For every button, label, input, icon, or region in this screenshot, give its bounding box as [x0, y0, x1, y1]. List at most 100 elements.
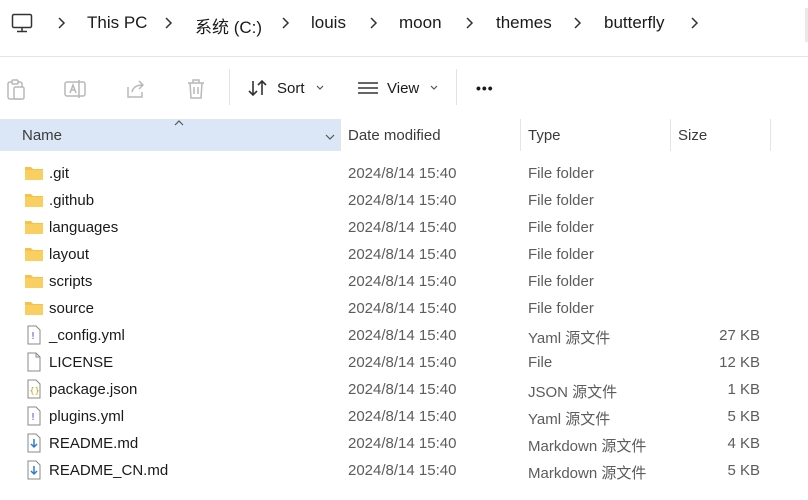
svg-text:!: !	[31, 331, 35, 342]
file-row[interactable]: .git 2024/8/14 15:40 File folder	[0, 160, 808, 187]
breadcrumb-moon[interactable]: moon	[399, 13, 442, 33]
file-row[interactable]: README.md 2024/8/14 15:40 Markdown 源文件 4…	[0, 430, 808, 457]
chevron-down-icon	[430, 85, 438, 90]
toolbar-separator	[456, 69, 457, 105]
file-date-modified: 2024/8/14 15:40	[348, 381, 457, 398]
file-type: File folder	[528, 165, 594, 182]
file-type: File folder	[528, 219, 594, 236]
file-type: File folder	[528, 300, 594, 317]
file-type: JSON 源文件	[528, 384, 618, 401]
chevron-right-icon[interactable]	[368, 16, 378, 30]
file-type: Markdown 源文件	[528, 465, 647, 482]
file-name: layout	[49, 246, 90, 263]
file-size: 5 KB	[727, 462, 760, 479]
file-row[interactable]: {} package.json 2024/8/14 15:40 JSON 源文件…	[0, 376, 808, 403]
file-row[interactable]: ! plugins.yml 2024/8/14 15:40 Yaml 源文件 5…	[0, 403, 808, 430]
file-date-modified: 2024/8/14 15:40	[348, 408, 457, 425]
column-divider[interactable]	[670, 119, 671, 151]
file-date-modified: 2024/8/14 15:40	[348, 327, 457, 344]
folder-icon	[25, 302, 43, 315]
file-type: Yaml 源文件	[528, 330, 611, 347]
breadcrumb-louis[interactable]: louis	[311, 13, 346, 33]
folder-icon	[25, 275, 43, 288]
column-divider[interactable]	[520, 119, 521, 151]
folder-icon	[25, 248, 43, 261]
file-type: Markdown 源文件	[528, 438, 647, 455]
file-type: File folder	[528, 246, 594, 263]
chevron-right-icon[interactable]	[163, 16, 173, 30]
chevron-right-icon[interactable]	[56, 16, 66, 30]
column-divider[interactable]	[340, 119, 341, 151]
chevron-right-icon[interactable]	[280, 16, 290, 30]
file-name: source	[49, 300, 95, 317]
sort-button[interactable]: Sort	[247, 73, 325, 103]
more-options-button[interactable]: •••	[476, 73, 494, 103]
breadcrumb-drive-c[interactable]: 系统 (C:)	[195, 13, 262, 38]
file-name: _config.yml	[49, 327, 125, 344]
file-type: Yaml 源文件	[528, 411, 611, 428]
file-list: .git 2024/8/14 15:40 File folder .github…	[0, 160, 808, 484]
file-type: File folder	[528, 273, 594, 290]
folder-icon	[25, 221, 43, 234]
more-options-icon: •••	[476, 80, 494, 96]
yaml-file-icon: !	[27, 406, 41, 426]
toolbar-separator	[229, 69, 230, 105]
svg-text:{}: {}	[30, 386, 40, 395]
file-date-modified: 2024/8/14 15:40	[348, 354, 457, 371]
file-type: File folder	[528, 192, 594, 209]
file-date-modified: 2024/8/14 15:40	[348, 246, 457, 263]
file-date-modified: 2024/8/14 15:40	[348, 462, 457, 479]
delete-icon[interactable]	[184, 77, 208, 101]
column-filter-dropdown-icon[interactable]	[320, 127, 340, 147]
file-name: README.md	[49, 435, 139, 452]
yaml-file-icon: !	[27, 325, 41, 345]
column-header-type[interactable]: Type	[528, 127, 561, 144]
column-header-size[interactable]: Size	[678, 127, 707, 144]
file-row[interactable]: ! _config.yml 2024/8/14 15:40 Yaml 源文件 2…	[0, 322, 808, 349]
breadcrumb-this-pc[interactable]: This PC	[87, 13, 147, 33]
file-name: .git	[49, 165, 70, 182]
chevron-right-icon[interactable]	[689, 16, 699, 30]
file-row[interactable]: languages 2024/8/14 15:40 File folder	[0, 214, 808, 241]
view-icon	[358, 82, 378, 94]
paste-icon[interactable]	[4, 77, 28, 101]
file-name: README_CN.md	[49, 462, 169, 479]
share-icon[interactable]	[124, 77, 148, 101]
column-header-date-modified[interactable]: Date modified	[348, 127, 441, 144]
address-bar[interactable]: This PC 系统 (C:) louis moon themes butter…	[0, 0, 808, 48]
file-name: LICENSE	[49, 354, 114, 371]
file-row[interactable]: layout 2024/8/14 15:40 File folder	[0, 241, 808, 268]
folder-icon	[25, 167, 43, 180]
chevron-right-icon[interactable]	[464, 16, 474, 30]
markdown-file-icon	[27, 460, 41, 480]
file-size: 4 KB	[727, 435, 760, 452]
file-date-modified: 2024/8/14 15:40	[348, 435, 457, 452]
file-date-modified: 2024/8/14 15:40	[348, 219, 457, 236]
column-name-label: Name	[22, 127, 63, 144]
file-name: package.json	[49, 381, 138, 398]
this-pc-icon[interactable]	[11, 13, 33, 33]
sort-ascending-icon	[174, 120, 184, 126]
sort-icon	[248, 79, 267, 97]
folder-icon	[25, 194, 43, 207]
file-row[interactable]: .github 2024/8/14 15:40 File folder	[0, 187, 808, 214]
file-row[interactable]: scripts 2024/8/14 15:40 File folder	[0, 268, 808, 295]
file-size: 5 KB	[727, 408, 760, 425]
breadcrumb-themes[interactable]: themes	[496, 13, 552, 33]
file-row[interactable]: LICENSE 2024/8/14 15:40 File 12 KB	[0, 349, 808, 376]
file-size: 27 KB	[719, 327, 760, 344]
view-button[interactable]: View	[357, 73, 439, 103]
file-row[interactable]: source 2024/8/14 15:40 File folder	[0, 295, 808, 322]
file-row[interactable]: README_CN.md 2024/8/14 15:40 Markdown 源文…	[0, 457, 808, 484]
sort-label: Sort	[277, 79, 305, 97]
file-name: languages	[49, 219, 119, 236]
chevron-right-icon[interactable]	[572, 16, 582, 30]
column-divider[interactable]	[770, 119, 771, 151]
rename-icon[interactable]	[63, 77, 87, 101]
view-label: View	[387, 79, 420, 97]
file-name: plugins.yml	[49, 408, 125, 425]
file-date-modified: 2024/8/14 15:40	[348, 273, 457, 290]
json-file-icon: {}	[27, 379, 41, 399]
column-header-row: Name Date modified Type Size	[0, 119, 808, 151]
breadcrumb-butterfly[interactable]: butterfly	[604, 13, 664, 33]
